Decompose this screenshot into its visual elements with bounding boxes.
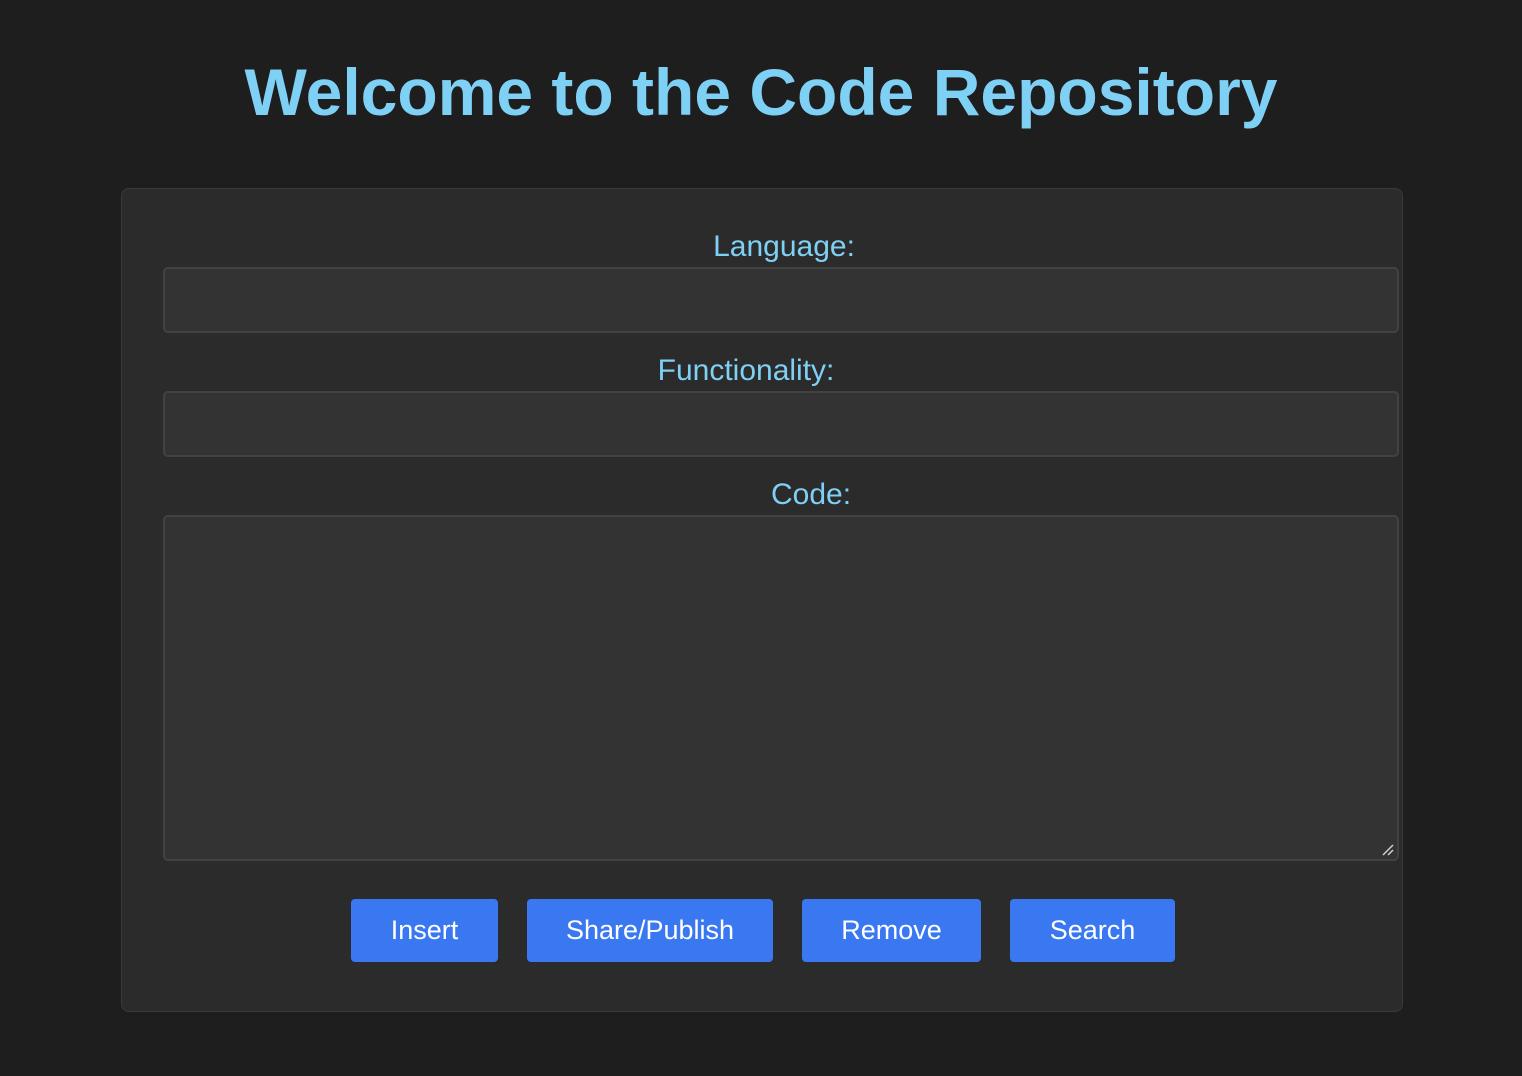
share-publish-button[interactable]: Share/Publish: [527, 899, 773, 962]
page-title: Welcome to the Code Repository: [244, 55, 1278, 129]
functionality-input[interactable]: [163, 391, 1399, 457]
insert-button[interactable]: Insert: [351, 899, 498, 962]
resize-grip-icon[interactable]: [1382, 844, 1394, 856]
search-button[interactable]: Search: [1010, 899, 1175, 962]
code-textarea[interactable]: [163, 515, 1399, 861]
language-label: Language:: [713, 230, 855, 263]
functionality-label: Functionality:: [657, 354, 835, 387]
code-form: Language: Functionality: Code: Insert Sh…: [121, 188, 1403, 1012]
remove-button[interactable]: Remove: [802, 899, 981, 962]
code-label: Code:: [770, 478, 852, 511]
page: Welcome to the Code Repository Language:…: [0, 0, 1522, 1076]
language-input[interactable]: [163, 267, 1399, 333]
